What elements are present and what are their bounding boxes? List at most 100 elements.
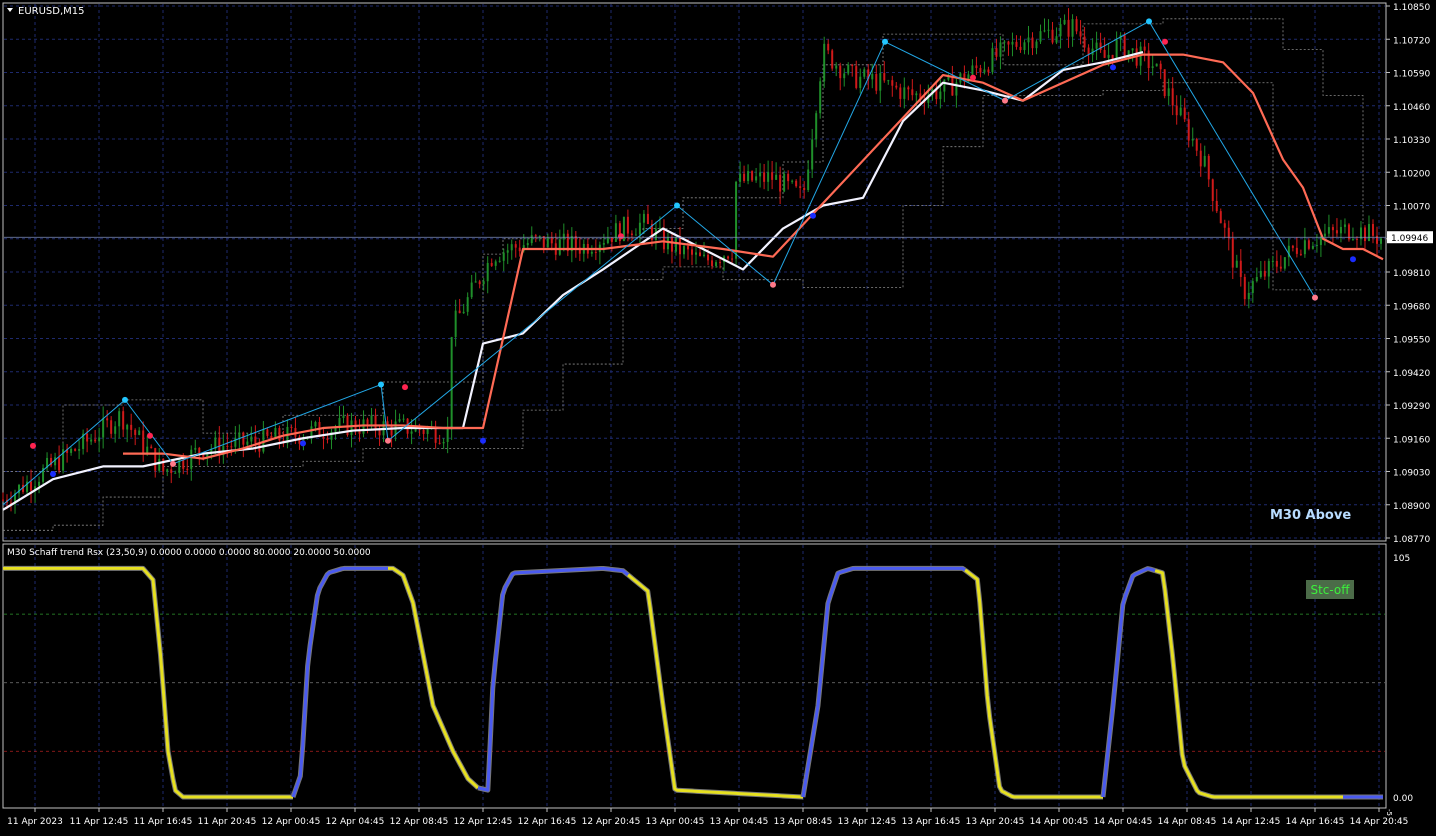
candle-body [991, 48, 994, 73]
candle-body [198, 447, 201, 454]
candle-body [130, 424, 133, 430]
candle-body [450, 336, 453, 430]
blue-dot-marker [1350, 256, 1356, 263]
y-tick-label: 1.10720 [1393, 36, 1430, 46]
candle-body [1051, 29, 1054, 43]
candle-body [226, 445, 229, 447]
pink-dot-marker [770, 281, 776, 288]
candle-body [747, 171, 750, 182]
candle-body [322, 436, 325, 439]
candle-body [995, 48, 998, 57]
candle-body [410, 431, 413, 434]
candle-body [646, 213, 649, 225]
x-tick-label: 14 Apr 08:45 [1158, 817, 1217, 827]
candle-body [1015, 41, 1018, 47]
y-tick-label: 1.09810 [1393, 269, 1430, 279]
candle-body [1079, 31, 1082, 37]
candle-body [342, 415, 345, 419]
pink-dot-marker [385, 437, 391, 444]
y-tick-label: 1.08900 [1393, 502, 1430, 512]
candle-body [1195, 138, 1198, 151]
candle-body [58, 457, 61, 471]
candle-body [1267, 261, 1270, 277]
candle-body [326, 438, 329, 440]
candle-body [851, 64, 854, 67]
candle-body [518, 247, 521, 252]
candle-body [1251, 281, 1254, 293]
symbol-label: EURUSD,M15 [18, 6, 84, 17]
candle-body [102, 418, 105, 438]
candle-body [739, 173, 742, 182]
candle-body [238, 432, 241, 438]
candle-body [186, 468, 189, 470]
candle-body [478, 281, 481, 285]
candle-body [146, 446, 149, 453]
candle-body [438, 442, 441, 444]
y-tick-label: 1.10200 [1393, 169, 1430, 179]
x-tick-label: 14 Apr 04:45 [1094, 817, 1153, 827]
candle-body [883, 73, 886, 81]
x-tick-label: 12 Apr 20:45 [582, 817, 641, 827]
candle-body [887, 80, 890, 82]
candle-body [374, 415, 377, 431]
candle-body [454, 310, 457, 337]
candle-body [1227, 227, 1230, 239]
candle-body [110, 420, 113, 434]
candle-body [1327, 227, 1330, 234]
candle-body [494, 261, 497, 266]
chart-canvas[interactable]: 1.10850 1.10720 1.10590 1.10460 1.10330 1.102… [0, 0, 1436, 832]
candle-body [94, 439, 97, 442]
candle-body [502, 252, 505, 261]
candle-body [1331, 227, 1334, 231]
ma-white-line [2, 50, 1144, 511]
candle-body [891, 80, 894, 86]
blue-dot-marker [50, 471, 56, 478]
indicator-panel-frame [2, 543, 1387, 809]
candle-body [719, 262, 722, 264]
candle-body [799, 186, 802, 188]
pink-dot-marker [1312, 294, 1318, 301]
x-tick-label: 12 Apr 16:45 [518, 817, 577, 827]
candle-body [230, 446, 233, 448]
candle-body [1131, 48, 1134, 51]
current-price-label: 1.09946 [1391, 234, 1428, 244]
candle-body [674, 237, 677, 252]
candle-body [194, 447, 197, 450]
candle-body [803, 187, 806, 191]
candle-body [691, 249, 693, 255]
candle-body [1203, 155, 1206, 167]
x-tick-label: 14 Apr 20:45 [1350, 817, 1409, 827]
stc-down-segment-outline [626, 572, 804, 800]
candle-body [1023, 42, 1026, 51]
candle-body [855, 66, 858, 88]
candle-body [1263, 270, 1266, 277]
candle-body [1255, 276, 1258, 282]
candle-body [246, 441, 249, 445]
candle-body [787, 173, 790, 182]
indicator-scale-bottom: 0.00 [1393, 794, 1413, 804]
candle-body [118, 411, 121, 427]
candle-body [278, 427, 281, 441]
candle-body [1019, 46, 1022, 51]
blue-dot-marker [810, 212, 816, 219]
candle-body [594, 251, 597, 253]
candle-body [314, 422, 317, 427]
candle-body [486, 262, 489, 282]
candle-body [879, 73, 882, 91]
candle-body [951, 76, 954, 96]
candle-body [903, 87, 906, 99]
candle-body [1035, 41, 1038, 49]
candle-body [114, 426, 117, 434]
chart-window[interactable]: 1.10850 1.10720 1.10590 1.10460 1.10330 1.102… [0, 0, 1436, 832]
cyan-dot-marker [1146, 18, 1152, 25]
candle-body [1163, 69, 1166, 97]
candle-body [899, 87, 902, 99]
candle-body [626, 216, 629, 234]
candle-body [1003, 41, 1006, 43]
stc-down-segment [627, 573, 804, 799]
candle-body [1047, 29, 1050, 31]
red-dot-marker [1162, 38, 1168, 45]
candle-body [1343, 224, 1346, 227]
candle-body [1259, 270, 1262, 277]
candle-body [907, 87, 910, 90]
